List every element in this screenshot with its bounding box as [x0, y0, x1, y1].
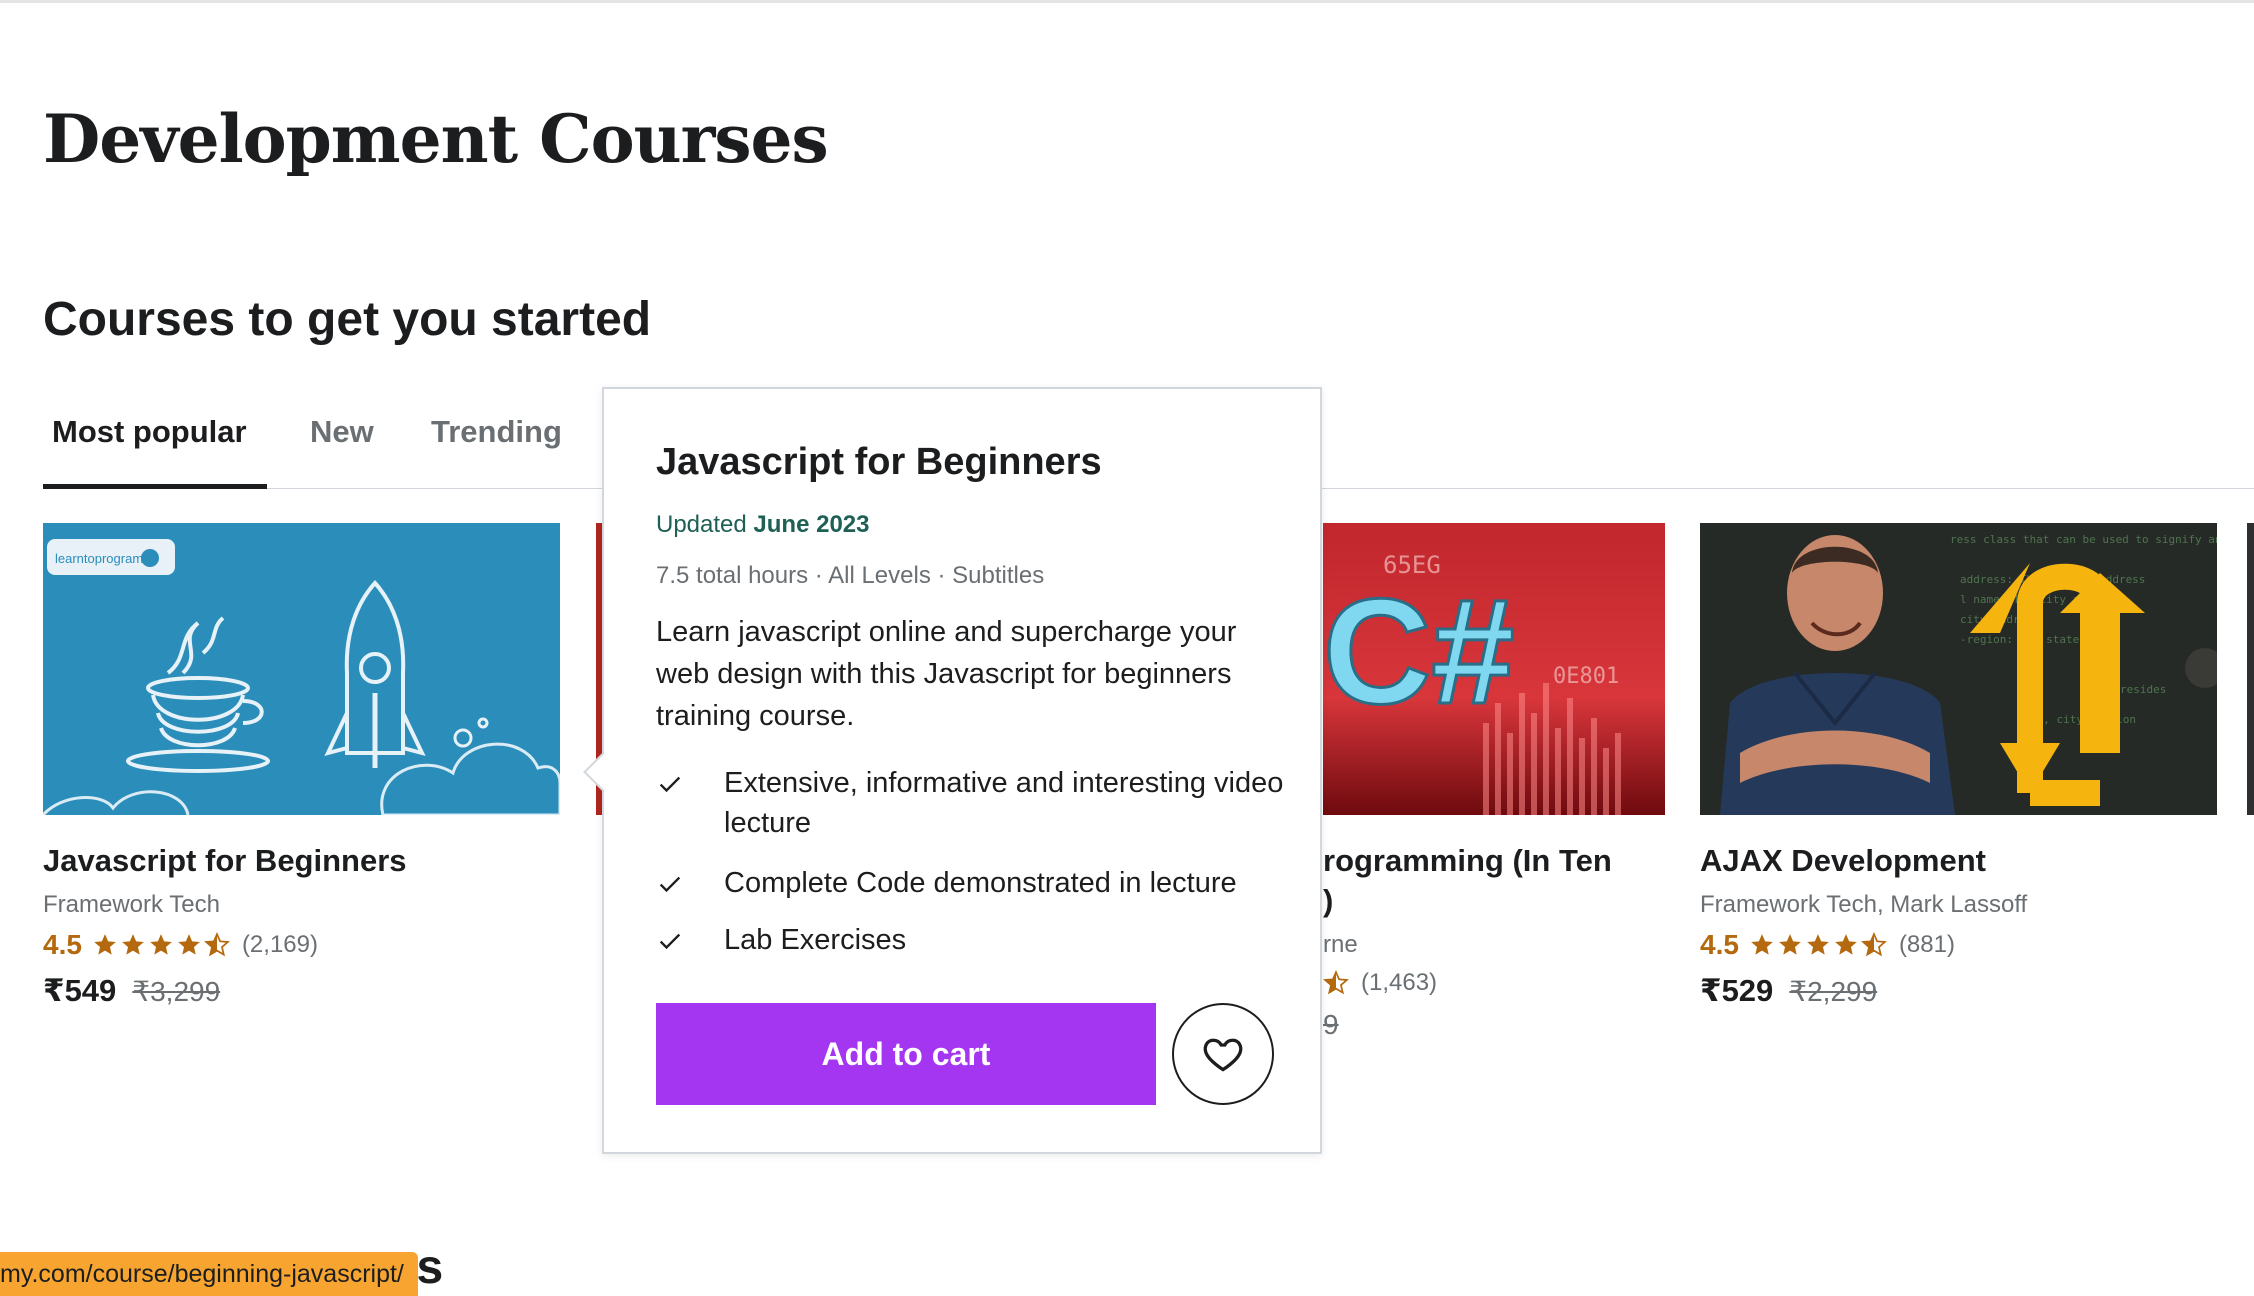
checkmark-icon — [659, 933, 681, 950]
star-rating — [1749, 932, 1887, 958]
star-icon — [122, 934, 144, 955]
popover-arrow — [583, 752, 623, 792]
price-row: 9 — [1323, 1009, 1665, 1041]
star-icon — [1779, 934, 1801, 955]
price-row: ₹549 ₹3,299 — [43, 973, 560, 1009]
tab-new[interactable]: New — [310, 414, 374, 450]
top-divider — [0, 0, 2254, 3]
star-icon — [94, 934, 116, 955]
course-thumbnail[interactable]: ress class that can be used to signify a… — [1700, 523, 2217, 815]
heart-icon — [1203, 1038, 1243, 1072]
course-card-ajax[interactable]: ress class that can be used to signify a… — [1700, 523, 2217, 1009]
star-icon — [1807, 934, 1829, 955]
svg-text:resides: resides — [2120, 683, 2166, 696]
page-title: Development Courses — [43, 100, 829, 178]
original-price: ₹3,299 — [132, 976, 221, 1007]
course-title-partial[interactable]: rogramming (In Ten — [1323, 843, 1665, 879]
course-title-partial-2[interactable]: ) — [1323, 883, 1665, 919]
tab-trending[interactable]: Trending — [431, 414, 562, 450]
course-title[interactable]: AJAX Development — [1700, 843, 2217, 879]
add-to-cart-button[interactable]: Add to cart — [656, 1003, 1156, 1105]
course-card-csharp[interactable]: 65EG 0E801 C# rogramming (In Ten ) rne (… — [1323, 523, 1665, 1041]
rating-value: 4.5 — [1700, 929, 1739, 960]
updated-date: Updated June 2023 — [656, 511, 870, 538]
course-author: Framework Tech, Mark Lassoff — [1700, 891, 2028, 918]
section-title: Courses to get you started — [43, 293, 652, 346]
link-status-bar: my.com/course/beginning-javascript/ — [0, 1252, 418, 1296]
feature-item: Extensive, informative and interesting v… — [656, 763, 1284, 843]
feature-text: Lab Exercises — [724, 924, 907, 956]
next-card-edge[interactable] — [2247, 523, 2254, 815]
course-meta: 7.5 total hours · All Levels · Subtitles — [656, 562, 1045, 589]
svg-text:0E801: 0E801 — [1553, 664, 1619, 689]
popover-title[interactable]: Javascript for Beginners — [656, 441, 1102, 484]
course-description: Learn javascript online and supercharge … — [656, 616, 1237, 732]
half-star-icon — [1323, 970, 1349, 995]
star-rating — [92, 932, 230, 958]
checkmark-icon — [659, 876, 681, 893]
rating-value: 4.5 — [43, 929, 82, 960]
course-author-partial: rne — [1323, 931, 1358, 958]
course-thumbnail[interactable]: 65EG 0E801 C# — [1323, 523, 1665, 815]
rating-row: 4.5 (881) — [1700, 929, 2217, 961]
active-tab-indicator — [43, 484, 267, 489]
review-count: (881) — [1898, 931, 1955, 958]
feature-item: Lab Exercises — [656, 920, 1284, 960]
course-preview-popover: Javascript for Beginners Updated June 20… — [583, 387, 1322, 1154]
star-icon — [1751, 934, 1773, 955]
svg-text:ress class that can be used to: ress class that can be used to signify a… — [1950, 533, 2217, 546]
star-icon — [150, 934, 172, 955]
course-card-javascript[interactable]: learntoprogram Javascript for Beginners … — [43, 523, 560, 1009]
feature-text: Complete Code demonstrated in lecture — [724, 867, 1237, 899]
star-icon — [1835, 934, 1857, 955]
price-row: ₹529 ₹2,299 — [1700, 973, 2217, 1009]
review-count: (2,169) — [241, 931, 318, 958]
rating-row: 4.5 (2,169) — [43, 929, 560, 961]
feature-item: Complete Code demonstrated in lecture — [656, 863, 1284, 903]
star-icon — [178, 934, 200, 955]
course-title[interactable]: Javascript for Beginners — [43, 843, 560, 879]
wishlist-button[interactable] — [1172, 1003, 1274, 1105]
course-author: Framework Tech — [43, 891, 220, 918]
half-star-icon — [1860, 932, 1887, 957]
current-price: ₹549 — [43, 973, 117, 1008]
original-price: ₹2,299 — [1789, 976, 1878, 1007]
feature-text: Extensive, informative and interesting v… — [724, 767, 1284, 839]
course-thumbnail[interactable]: learntoprogram — [43, 523, 560, 815]
original-price-partial: 9 — [1323, 1009, 1339, 1040]
review-count: (1,463) — [1361, 969, 1438, 996]
svg-text:C#: C# — [1323, 567, 1515, 735]
checkmark-icon — [659, 776, 681, 793]
half-star-icon — [203, 932, 230, 957]
tab-most-popular[interactable]: Most popular — [52, 414, 247, 450]
current-price: ₹529 — [1700, 973, 1774, 1008]
rating-row: (1,463) — [1323, 969, 1665, 997]
thumb-brand-text: learntoprogram — [55, 551, 143, 566]
